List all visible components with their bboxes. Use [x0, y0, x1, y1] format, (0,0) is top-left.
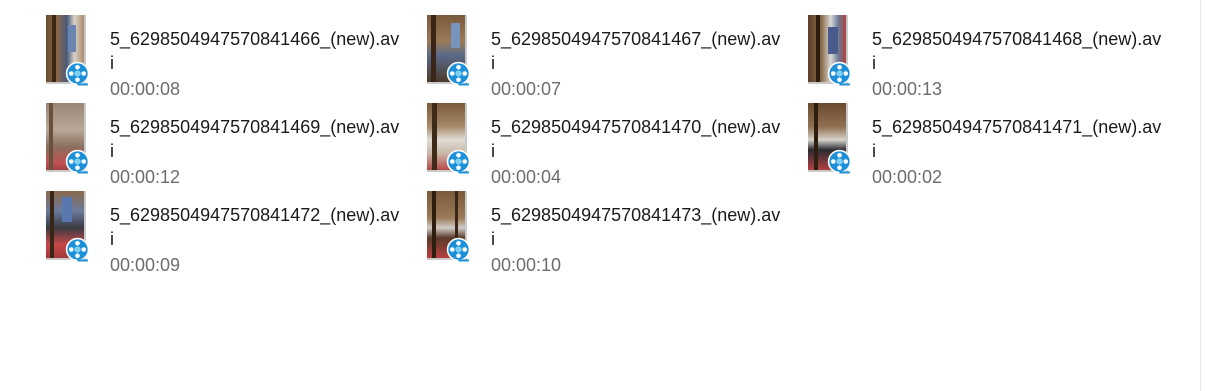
file-item[interactable]: 5_6298504947570841470_(new).avi 00:00:04 [427, 103, 787, 187]
file-duration: 00:00:09 [110, 255, 181, 275]
video-file-icon [446, 149, 471, 174]
file-duration: 00:00:08 [110, 79, 181, 99]
file-duration: 00:00:02 [872, 167, 943, 187]
file-list-content-view: 5_6298504947570841466_(new).avi 00:00:08… [0, 0, 1200, 391]
file-name: 5_6298504947570841472_(new).avi [110, 205, 400, 249]
file-duration: 00:00:12 [110, 167, 181, 187]
video-file-icon [446, 237, 471, 262]
file-name: 5_6298504947570841467_(new).avi [491, 29, 781, 73]
file-duration: 00:00:04 [491, 167, 562, 187]
file-item[interactable]: 5_6298504947570841468_(new).avi 00:00:13 [808, 15, 1168, 99]
file-name: 5_6298504947570841470_(new).avi [491, 117, 781, 161]
file-item[interactable]: 5_6298504947570841471_(new).avi 00:00:02 [808, 103, 1168, 187]
file-name: 5_6298504947570841468_(new).avi [872, 29, 1162, 73]
file-duration: 00:00:07 [491, 79, 562, 99]
video-file-icon [827, 149, 852, 174]
file-name: 5_6298504947570841471_(new).avi [872, 117, 1162, 161]
file-item[interactable]: 5_6298504947570841467_(new).avi 00:00:07 [427, 15, 787, 99]
file-name: 5_6298504947570841469_(new).avi [110, 117, 400, 161]
video-file-icon [65, 149, 90, 174]
video-file-icon [827, 61, 852, 86]
file-name: 5_6298504947570841466_(new).avi [110, 29, 400, 73]
pane-divider [1200, 0, 1201, 391]
video-file-icon [446, 61, 471, 86]
file-name: 5_6298504947570841473_(new).avi [491, 205, 781, 249]
file-item[interactable]: 5_6298504947570841473_(new).avi 00:00:10 [427, 191, 787, 275]
file-item[interactable]: 5_6298504947570841472_(new).avi 00:00:09 [46, 191, 406, 275]
file-duration: 00:00:13 [872, 79, 943, 99]
video-file-icon [65, 61, 90, 86]
file-duration: 00:00:10 [491, 255, 562, 275]
file-item[interactable]: 5_6298504947570841469_(new).avi 00:00:12 [46, 103, 406, 187]
video-file-icon [65, 237, 90, 262]
file-item[interactable]: 5_6298504947570841466_(new).avi 00:00:08 [46, 15, 406, 99]
